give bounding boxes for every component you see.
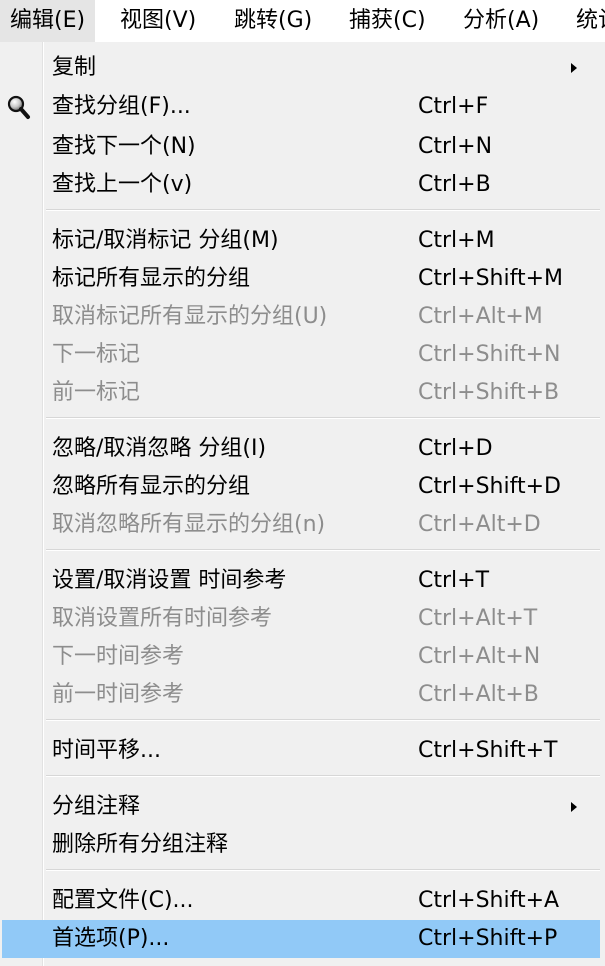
- magnifier-icon: [6, 94, 32, 120]
- menu-item-toggle-time-reference[interactable]: 设置/取消设置 时间参考 Ctrl+T: [0, 562, 605, 600]
- menubar-go[interactable]: 跳转(G): [224, 0, 322, 42]
- menu-item-label: 取消忽略所有显示的分组(n): [52, 512, 326, 537]
- menu-item-shortcut: Ctrl+Alt+D: [418, 512, 541, 537]
- menu-item-shortcut: Ctrl+Shift+B: [418, 380, 560, 405]
- menu-item-label: 删除所有分组注释: [52, 832, 229, 857]
- menu-item-label: 分组注释: [52, 794, 141, 819]
- menu-item-next-time-reference[interactable]: 下一时间参考 Ctrl+Alt+N: [0, 638, 605, 676]
- menu-item-configuration-profiles[interactable]: 配置文件(C)... Ctrl+Shift+A: [0, 882, 605, 920]
- menubar-view[interactable]: 视图(V): [110, 0, 206, 42]
- menu-item-shortcut: Ctrl+B: [418, 172, 491, 197]
- menu-item-previous-time-reference[interactable]: 前一时间参考 Ctrl+Alt+B: [0, 676, 605, 714]
- menu-item-label: 下一时间参考: [52, 644, 185, 669]
- menu-item-packet-comment[interactable]: 分组注释: [0, 788, 605, 826]
- menu-item-label: 查找上一个(v): [52, 172, 193, 197]
- menu-item-find-next[interactable]: 查找下一个(N) Ctrl+N: [0, 128, 605, 166]
- menu-item-find-packet[interactable]: 查找分组(F)... Ctrl+F: [0, 88, 605, 126]
- menu-item-copy[interactable]: 复制: [0, 49, 605, 87]
- menu-item-unmark-all-displayed[interactable]: 取消标记所有显示的分组(U) Ctrl+Alt+M: [0, 298, 605, 336]
- menu-item-label: 复制: [52, 55, 97, 80]
- menu-item-label: 标记/取消标记 分组(M): [52, 228, 279, 253]
- menu-item-shortcut: Ctrl+Shift+P: [418, 926, 558, 951]
- menu-item-toggle-mark[interactable]: 标记/取消标记 分组(M) Ctrl+M: [0, 222, 605, 260]
- menu-separator: [46, 869, 600, 871]
- menu-bar: 编辑(E) 视图(V) 跳转(G) 捕获(C) 分析(A) 统计: [0, 0, 605, 42]
- menubar-analyze[interactable]: 分析(A): [453, 0, 549, 42]
- menu-item-shortcut: Ctrl+Alt+M: [418, 304, 543, 329]
- menu-item-unignore-all-displayed[interactable]: 取消忽略所有显示的分组(n) Ctrl+Alt+D: [0, 506, 605, 544]
- menu-item-label: 下一标记: [52, 342, 141, 367]
- menu-item-shortcut: Ctrl+Alt+T: [418, 606, 538, 631]
- menu-item-label: 忽略/取消忽略 分组(I): [52, 436, 267, 461]
- menu-item-label: 取消标记所有显示的分组(U): [52, 304, 328, 329]
- menu-separator: [46, 719, 600, 721]
- menu-item-label: 查找分组(F)...: [52, 94, 191, 119]
- menu-item-unset-all-time-references[interactable]: 取消设置所有时间参考 Ctrl+Alt+T: [0, 600, 605, 638]
- menu-item-shortcut: Ctrl+Alt+B: [418, 682, 539, 707]
- menu-item-shortcut: Ctrl+Alt+N: [418, 644, 541, 669]
- menu-item-toggle-ignore[interactable]: 忽略/取消忽略 分组(I) Ctrl+D: [0, 430, 605, 468]
- submenu-arrow-icon: [571, 802, 577, 812]
- menu-item-label: 忽略所有显示的分组: [52, 474, 251, 499]
- edit-dropdown-menu: 复制 查找分组(F)... Ctrl+F 查找下一个(N) Ctrl+N 查找上…: [0, 42, 605, 966]
- menu-item-label: 前一时间参考: [52, 682, 185, 707]
- menu-item-label: 取消设置所有时间参考: [52, 606, 273, 631]
- menu-item-delete-all-packet-comments[interactable]: 删除所有分组注释: [0, 826, 605, 864]
- menu-item-shortcut: Ctrl+M: [418, 228, 495, 253]
- menu-item-label: 时间平移...: [52, 738, 161, 763]
- menu-item-previous-mark[interactable]: 前一标记 Ctrl+Shift+B: [0, 374, 605, 412]
- menu-item-label: 查找下一个(N): [52, 134, 196, 159]
- menu-item-shortcut: Ctrl+Shift+A: [418, 888, 560, 913]
- menu-item-mark-all-displayed[interactable]: 标记所有显示的分组 Ctrl+Shift+M: [0, 260, 605, 298]
- menu-item-shortcut: Ctrl+Shift+M: [418, 266, 563, 291]
- menu-separator: [46, 209, 600, 211]
- menu-item-find-previous[interactable]: 查找上一个(v) Ctrl+B: [0, 166, 605, 204]
- menu-item-label: 配置文件(C)...: [52, 888, 194, 913]
- menu-item-shortcut: Ctrl+Shift+T: [418, 738, 558, 763]
- menu-item-shortcut: Ctrl+T: [418, 568, 490, 593]
- menu-item-shortcut: Ctrl+D: [418, 436, 493, 461]
- menu-item-preferences[interactable]: 首选项(P)... Ctrl+Shift+P: [2, 920, 600, 958]
- menu-separator: [46, 549, 600, 551]
- menu-item-shortcut: Ctrl+Shift+D: [418, 474, 561, 499]
- menu-item-label: 标记所有显示的分组: [52, 266, 251, 291]
- menu-item-next-mark[interactable]: 下一标记 Ctrl+Shift+N: [0, 336, 605, 374]
- menu-item-shortcut: Ctrl+N: [418, 134, 493, 159]
- menu-item-shortcut: Ctrl+Shift+N: [418, 342, 561, 367]
- menu-item-ignore-all-displayed[interactable]: 忽略所有显示的分组 Ctrl+Shift+D: [0, 468, 605, 506]
- menu-separator: [46, 417, 600, 419]
- menu-item-label: 设置/取消设置 时间参考: [52, 568, 287, 593]
- menubar-statistics[interactable]: 统计: [566, 0, 605, 42]
- menu-item-shortcut: Ctrl+F: [418, 94, 489, 119]
- menubar-edit[interactable]: 编辑(E): [0, 0, 96, 42]
- menubar-capture[interactable]: 捕获(C): [339, 0, 436, 42]
- menu-item-label: 首选项(P)...: [52, 926, 170, 951]
- menu-item-time-shift[interactable]: 时间平移... Ctrl+Shift+T: [0, 732, 605, 770]
- menu-separator: [46, 775, 600, 777]
- submenu-arrow-icon: [571, 63, 577, 73]
- menu-item-label: 前一标记: [52, 380, 141, 405]
